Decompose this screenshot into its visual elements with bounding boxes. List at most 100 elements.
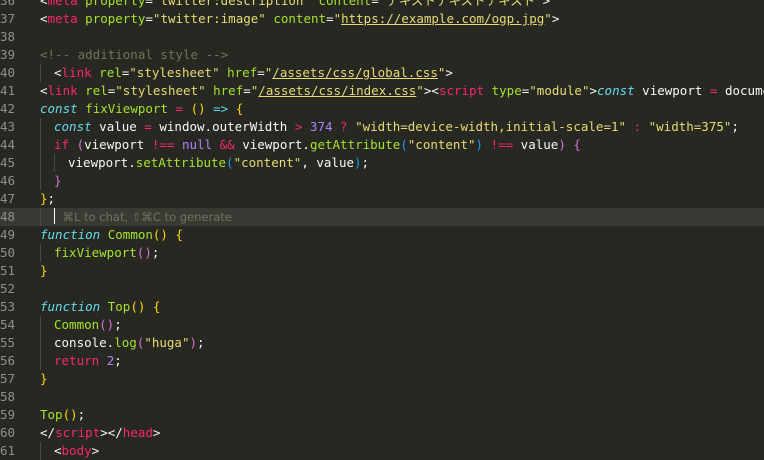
code-line[interactable]: 52 bbox=[0, 280, 764, 298]
code-line[interactable]: 44 if (viewport !== null && viewport.getA… bbox=[0, 136, 764, 154]
code-token: function bbox=[40, 299, 101, 314]
code-token: < bbox=[40, 11, 48, 26]
code-token: fixViewport bbox=[85, 101, 168, 116]
code-token: const bbox=[40, 101, 78, 116]
line-number: 52 bbox=[0, 281, 16, 296]
code-line[interactable]: 47}; bbox=[0, 190, 764, 208]
code-line[interactable]: 40 <link rel="stylesheet" href="/assets/c… bbox=[0, 64, 764, 82]
code-token: () bbox=[152, 227, 168, 242]
code-token: () bbox=[99, 317, 115, 332]
code-line[interactable]: 56 return 2; bbox=[0, 352, 764, 370]
code-text: if (viewport !== null && viewport.getAtt… bbox=[40, 136, 764, 154]
line-number: 59 bbox=[0, 407, 16, 422]
line-number: 58 bbox=[0, 389, 16, 404]
code-token: "テキストテキストテキスト" bbox=[378, 0, 543, 8]
code-token: "width=device-width,initial-scale=1" bbox=[355, 119, 627, 134]
line-number: 50 bbox=[0, 245, 16, 260]
code-line[interactable]: 42 const fixViewport = () => { bbox=[0, 100, 764, 118]
code-token: property bbox=[85, 0, 146, 8]
line-number: 45 bbox=[0, 155, 16, 170]
code-token: < bbox=[54, 443, 62, 458]
code-token: < bbox=[54, 65, 62, 80]
code-line[interactable]: 58 bbox=[0, 388, 764, 406]
code-token: ? bbox=[340, 119, 348, 134]
code-token: { bbox=[152, 299, 161, 314]
code-token: /assets/css/index.css bbox=[258, 83, 417, 98]
code-token: ; bbox=[197, 335, 205, 350]
code-token: const bbox=[54, 119, 92, 134]
indent-guide bbox=[40, 208, 54, 226]
line-number: 48 bbox=[0, 209, 16, 224]
code-token: ; bbox=[47, 191, 56, 206]
code-token: "huga" bbox=[144, 335, 190, 350]
code-line[interactable]: 49 function Common() { bbox=[0, 226, 764, 244]
code-line[interactable]: 38 bbox=[0, 28, 764, 46]
code-token: viewport bbox=[634, 83, 710, 98]
line-number: 54 bbox=[0, 317, 16, 332]
code-token: meta bbox=[47, 0, 78, 8]
code-token: "content" bbox=[233, 155, 302, 170]
code-token: </ bbox=[40, 425, 56, 440]
code-line[interactable]: 36 <meta property="twitter:description" c… bbox=[0, 0, 764, 10]
code-token: viewport bbox=[84, 137, 152, 152]
code-line[interactable]: 54 Common(); bbox=[0, 316, 764, 334]
code-line[interactable]: 43 const value = window.outerWidth > 374 … bbox=[0, 118, 764, 136]
code-token: ; bbox=[731, 119, 739, 134]
code-token: script bbox=[55, 425, 101, 440]
code-text: }; bbox=[40, 190, 764, 208]
code-line[interactable]: 53 function Top() { bbox=[0, 298, 764, 316]
code-text: Top(); bbox=[40, 406, 764, 424]
code-line[interactable]: 55 console.log("huga"); bbox=[0, 334, 764, 352]
code-line-active[interactable]: 48 ⌘L to chat, ⇧⌘C to generate bbox=[0, 208, 764, 226]
code-line[interactable]: 61 <body> bbox=[0, 442, 764, 460]
line-number: 51 bbox=[0, 263, 16, 278]
line-number: 61 bbox=[0, 443, 16, 458]
code-token: , value bbox=[301, 155, 354, 170]
code-token: = bbox=[175, 101, 184, 116]
code-line[interactable]: 46} bbox=[0, 172, 764, 190]
line-number: 44 bbox=[0, 137, 16, 152]
code-token: ; bbox=[361, 155, 370, 170]
code-editor[interactable]: 36 <meta property="twitter:description" c… bbox=[0, 0, 764, 460]
code-token: > bbox=[91, 443, 100, 458]
code-line[interactable]: 51} bbox=[0, 262, 764, 280]
code-token: rel bbox=[85, 83, 108, 98]
code-token: "stylesheet" bbox=[115, 83, 206, 98]
code-token: = bbox=[145, 11, 153, 26]
code-token: window.outerWidth bbox=[151, 119, 295, 134]
code-token: ) bbox=[558, 137, 566, 152]
code-text: } bbox=[40, 262, 764, 280]
code-text: </script></head> bbox=[40, 424, 764, 442]
code-line[interactable]: 45 viewport.setAttribute("content", value… bbox=[0, 154, 764, 172]
code-token: () bbox=[62, 407, 78, 422]
code-token: > bbox=[589, 83, 598, 98]
code-token: ( bbox=[76, 137, 85, 152]
code-token: "module" bbox=[529, 83, 590, 98]
code-token: " bbox=[544, 11, 552, 26]
code-line[interactable]: 60 </script></head> bbox=[0, 424, 764, 442]
code-line[interactable]: 50 fixViewport(); bbox=[0, 244, 764, 262]
code-token: { bbox=[175, 227, 184, 242]
indent-guide bbox=[40, 334, 54, 352]
code-token: = bbox=[257, 65, 265, 80]
code-line[interactable]: 59 Top(); bbox=[0, 406, 764, 424]
code-line[interactable]: 39 <!-- additional style --> bbox=[0, 46, 764, 64]
code-token: body bbox=[61, 443, 92, 458]
code-line[interactable]: 57} bbox=[0, 370, 764, 388]
code-token: { bbox=[235, 101, 244, 116]
code-line[interactable]: 41 <link rel="stylesheet" href="/assets/c… bbox=[0, 82, 764, 100]
line-number: 43 bbox=[0, 119, 16, 134]
code-token: < bbox=[40, 83, 48, 98]
code-text: } bbox=[40, 172, 764, 190]
code-line[interactable]: 37 <meta property="twitter:image" content… bbox=[0, 10, 764, 28]
